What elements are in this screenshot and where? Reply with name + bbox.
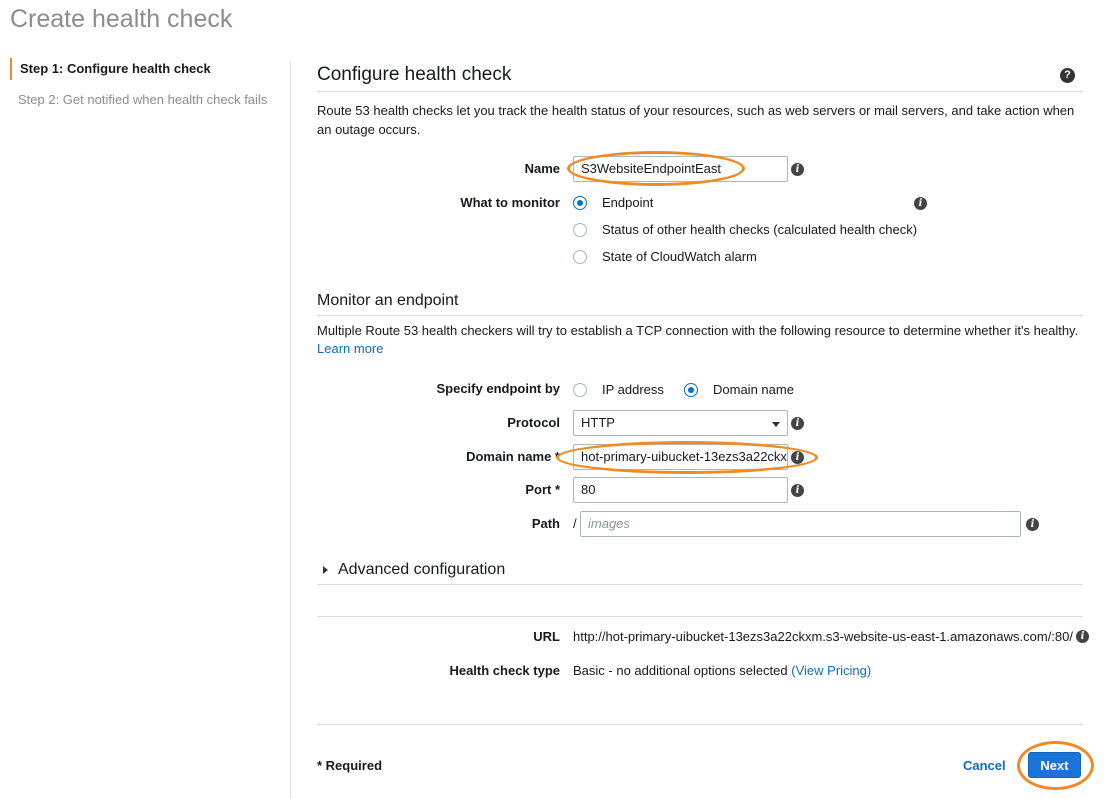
configure-description: Route 53 health checks let you track the… (317, 103, 1075, 137)
cancel-button[interactable]: Cancel (963, 758, 1006, 773)
info-icon[interactable]: i (791, 484, 804, 497)
domain-name-label: Domain name * (466, 449, 560, 464)
radio-label-endpoint: Endpoint (602, 195, 654, 210)
url-value: http://hot-primary-uibucket-13ezs3a22ckx… (573, 629, 1073, 644)
path-prefix: / (573, 516, 577, 531)
info-icon[interactable]: i (791, 451, 804, 464)
next-button[interactable]: Next (1028, 752, 1081, 778)
path-label: Path (531, 516, 560, 531)
endpoint-description: Multiple Route 53 health checkers will t… (317, 323, 1079, 338)
name-label: Name (524, 161, 560, 176)
health-check-type-text: Basic - no additional options selected (573, 663, 788, 678)
radio-cloudwatch[interactable] (573, 250, 587, 264)
health-check-type-value: Basic - no additional options selected (… (573, 663, 871, 678)
name-input[interactable]: S3WebsiteEndpointEast (573, 156, 788, 182)
advanced-configuration-toggle[interactable]: Advanced configuration (338, 561, 505, 579)
learn-more-link[interactable]: Learn more (317, 341, 383, 356)
protocol-select[interactable]: HTTP (573, 410, 788, 436)
required-note: * Required (317, 758, 383, 773)
view-pricing-link[interactable]: (View Pricing) (791, 663, 871, 678)
specify-endpoint-label: Specify endpoint by (436, 381, 560, 396)
radio-endpoint[interactable] (573, 196, 587, 210)
section-divider (317, 315, 1083, 316)
section-title-configure: Configure health check (317, 64, 512, 85)
radio-label-calculated: Status of other health checks (calculate… (602, 222, 918, 237)
page-title: Create health check (10, 5, 233, 33)
info-icon[interactable]: i (1026, 518, 1039, 531)
radio-ip-address[interactable] (573, 383, 587, 397)
sidebar-divider (290, 62, 291, 799)
radio-calculated[interactable] (573, 223, 587, 237)
radio-label-domain-name: Domain name (713, 382, 794, 397)
radio-label-ip-address: IP address (602, 382, 664, 397)
section-divider (317, 584, 1083, 585)
radio-label-cloudwatch: State of CloudWatch alarm (602, 249, 757, 264)
section-divider (317, 616, 1083, 617)
help-icon[interactable]: ? (1060, 68, 1075, 83)
triangle-right-icon[interactable] (323, 566, 328, 574)
wizard-steps: Step 1: Configure health check Step 2: G… (10, 58, 280, 120)
protocol-label: Protocol (507, 415, 560, 430)
health-check-type-label: Health check type (449, 663, 560, 678)
radio-domain-name[interactable] (684, 383, 698, 397)
domain-name-input[interactable]: hot-primary-uibucket-13ezs3a22ckxm (573, 444, 788, 470)
port-label: Port * (525, 482, 560, 497)
step-configure-health-check[interactable]: Step 1: Configure health check (10, 58, 280, 80)
footer-divider (317, 724, 1083, 725)
what-to-monitor-label: What to monitor (460, 195, 560, 210)
info-icon[interactable]: i (914, 197, 927, 210)
url-label: URL (533, 629, 560, 644)
info-icon[interactable]: i (1076, 630, 1089, 643)
port-input[interactable]: 80 (573, 477, 788, 503)
path-input[interactable]: images (580, 511, 1021, 537)
info-icon[interactable]: i (791, 417, 804, 430)
info-icon[interactable]: i (791, 163, 804, 176)
step-get-notified[interactable]: Step 2: Get notified when health check f… (10, 89, 280, 111)
section-divider (317, 91, 1083, 92)
section-title-endpoint: Monitor an endpoint (317, 292, 459, 309)
protocol-selected-value: HTTP (581, 415, 615, 430)
chevron-down-icon[interactable] (772, 422, 780, 427)
